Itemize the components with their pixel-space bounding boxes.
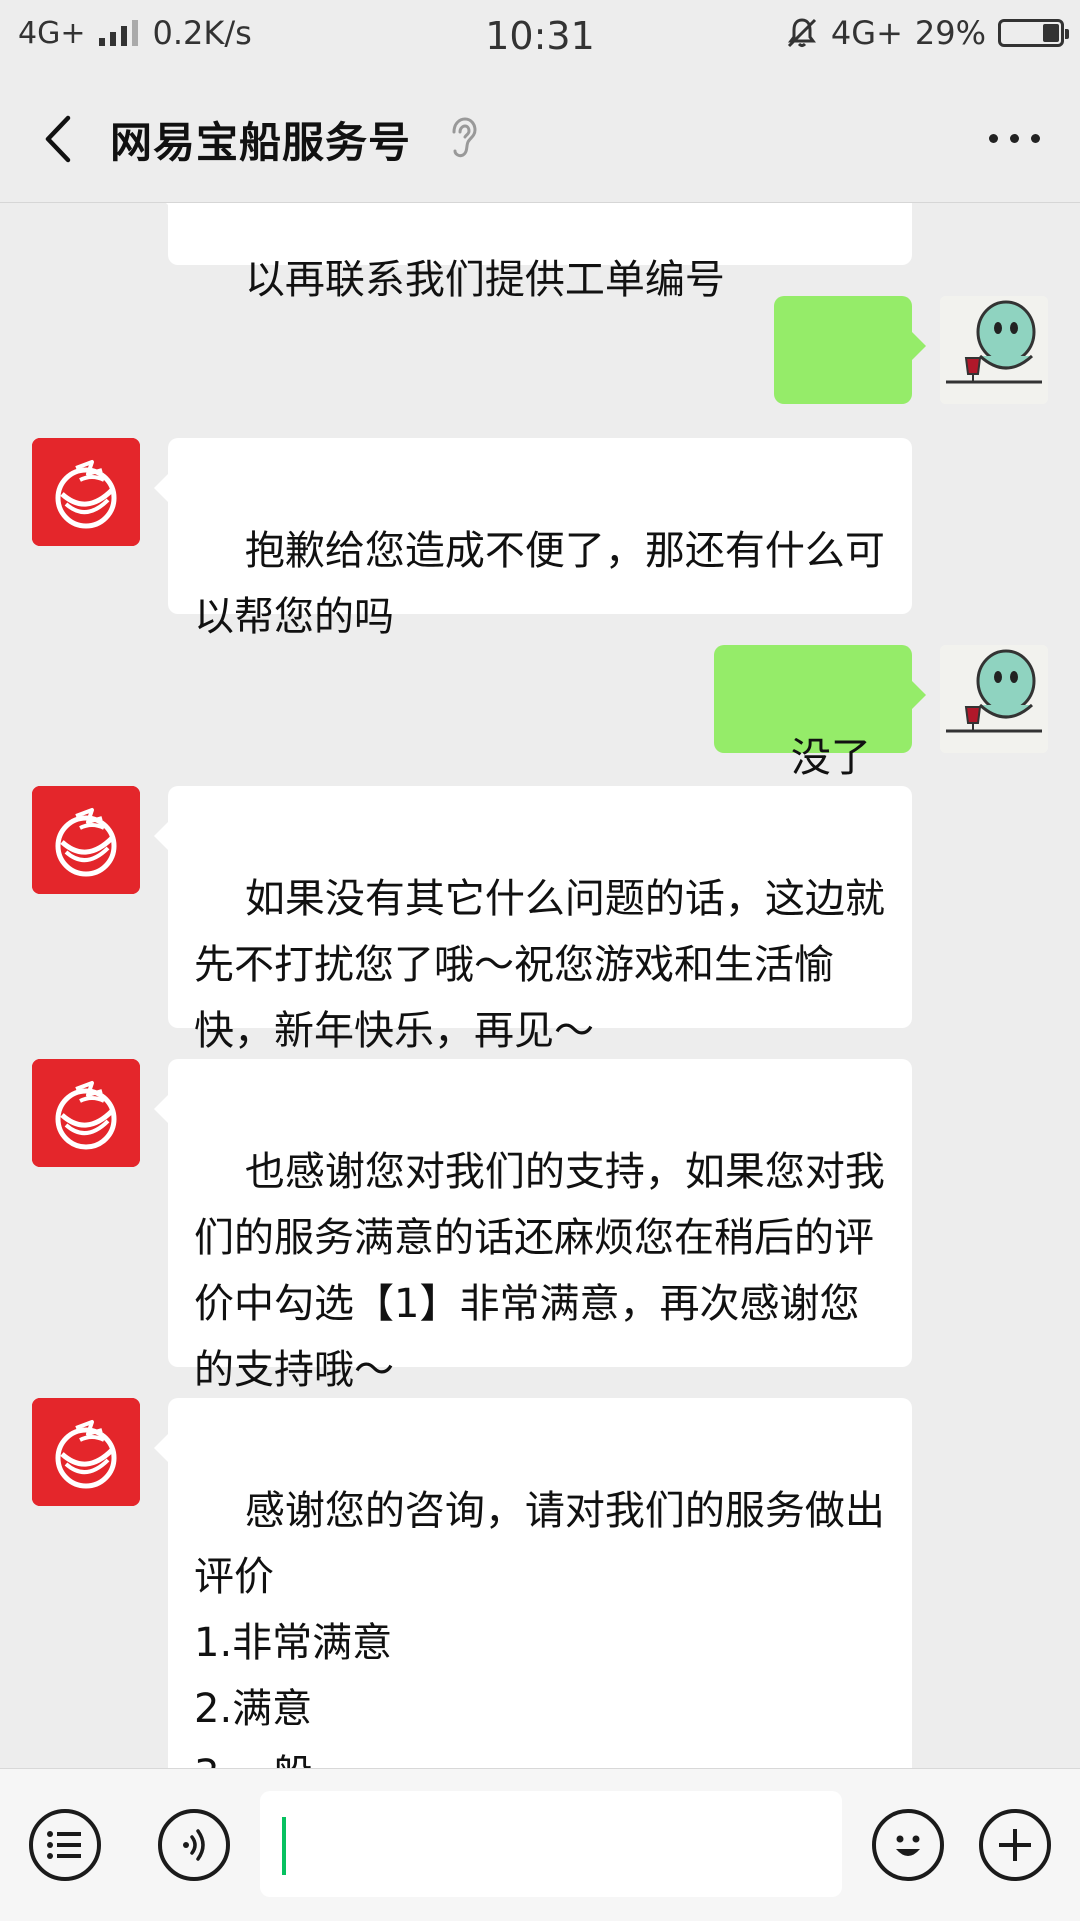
more-icon[interactable] <box>989 134 1040 143</box>
chat-title: 网易宝船服务号 <box>110 118 412 167</box>
input-bar <box>0 1768 1080 1921</box>
battery-icon <box>998 19 1069 47</box>
smiley-face-icon <box>896 1835 920 1856</box>
message-text: 抱歉给您造成不便了，那还有什么可以帮您的吗 <box>194 528 885 640</box>
menu-lines-icon <box>47 1831 81 1859</box>
voice-wave-icon <box>183 1829 205 1861</box>
chat-header: 网易宝船服务号 <box>0 76 1080 203</box>
service-avatar[interactable] <box>32 1059 140 1167</box>
netease-ship-logo-icon <box>32 786 140 894</box>
message-bubble-self[interactable]: 好的 <box>774 296 926 498</box>
message-bubble[interactable]: 也感谢您对我们的支持，如果您对我们的服务满意的话还麻烦您在稍后的评价中勾选【1】… <box>154 1059 912 1393</box>
service-avatar[interactable] <box>32 1398 140 1506</box>
battery-percent: 29% <box>914 14 986 52</box>
user-avatar[interactable] <box>940 296 1048 404</box>
back-chevron-icon[interactable] <box>34 114 84 164</box>
message-text: 以再联系我们提供工单编号 <box>244 257 725 303</box>
message-bubble-self[interactable]: 没了 <box>714 645 926 846</box>
plus-icon[interactable] <box>979 1809 1051 1881</box>
message-text: 如果没有其它什么问题的话，这边就先不打扰您了哦～祝您游戏和生活愉快，新年快乐，再… <box>194 876 885 1054</box>
user-avatar-icon <box>940 296 1048 404</box>
mute-bell-icon <box>787 18 816 48</box>
message-text: 感谢您的咨询，请对我们的服务做出评价 1.非常满意 2.满意 3.一般 4.不满… <box>194 1488 885 1768</box>
plus-sign-icon <box>999 1829 1031 1861</box>
network-type-right: 4G+ <box>830 14 903 52</box>
message-bubble[interactable]: 以再联系我们提供工单编号 <box>154 203 912 303</box>
message-input[interactable] <box>260 1791 842 1897</box>
menu-list-icon[interactable] <box>29 1809 101 1881</box>
netease-ship-logo-icon <box>32 1398 140 1506</box>
message-text: 没了 <box>790 735 871 781</box>
message-bubble[interactable]: 如果没有其它什么问题的话，这边就先不打扰您了哦～祝您游戏和生活愉快，新年快乐，再… <box>154 786 912 1054</box>
message-bubble[interactable]: 抱歉给您造成不便了，那还有什么可以帮您的吗 <box>154 438 912 640</box>
netease-ship-logo-icon <box>32 438 140 546</box>
chat-area: 以再联系我们提供工单编号 好的 抱歉给您造成不便了，那还有什么可以帮您的吗 <box>0 203 1080 1768</box>
netease-ship-logo-icon <box>32 1059 140 1167</box>
user-avatar[interactable] <box>940 645 1048 753</box>
text-caret <box>282 1817 286 1875</box>
status-right: 4G+ 29% <box>785 14 1069 52</box>
message-text: 也感谢您对我们的支持，如果您对我们的服务满意的话还麻烦您在稍后的评价中勾选【1】… <box>194 1149 885 1393</box>
emoji-icon[interactable] <box>872 1809 944 1881</box>
service-avatar[interactable] <box>32 438 140 546</box>
service-avatar[interactable] <box>32 786 140 894</box>
status-bar: 4G+ 0.2K/s 10:31 4G+ 29% <box>0 0 1080 76</box>
voice-icon[interactable] <box>158 1809 230 1881</box>
ear-icon <box>452 117 477 158</box>
message-bubble[interactable]: 感谢您的咨询，请对我们的服务做出评价 1.非常满意 2.满意 3.一般 4.不满… <box>154 1398 912 1768</box>
user-avatar-icon <box>940 645 1048 753</box>
